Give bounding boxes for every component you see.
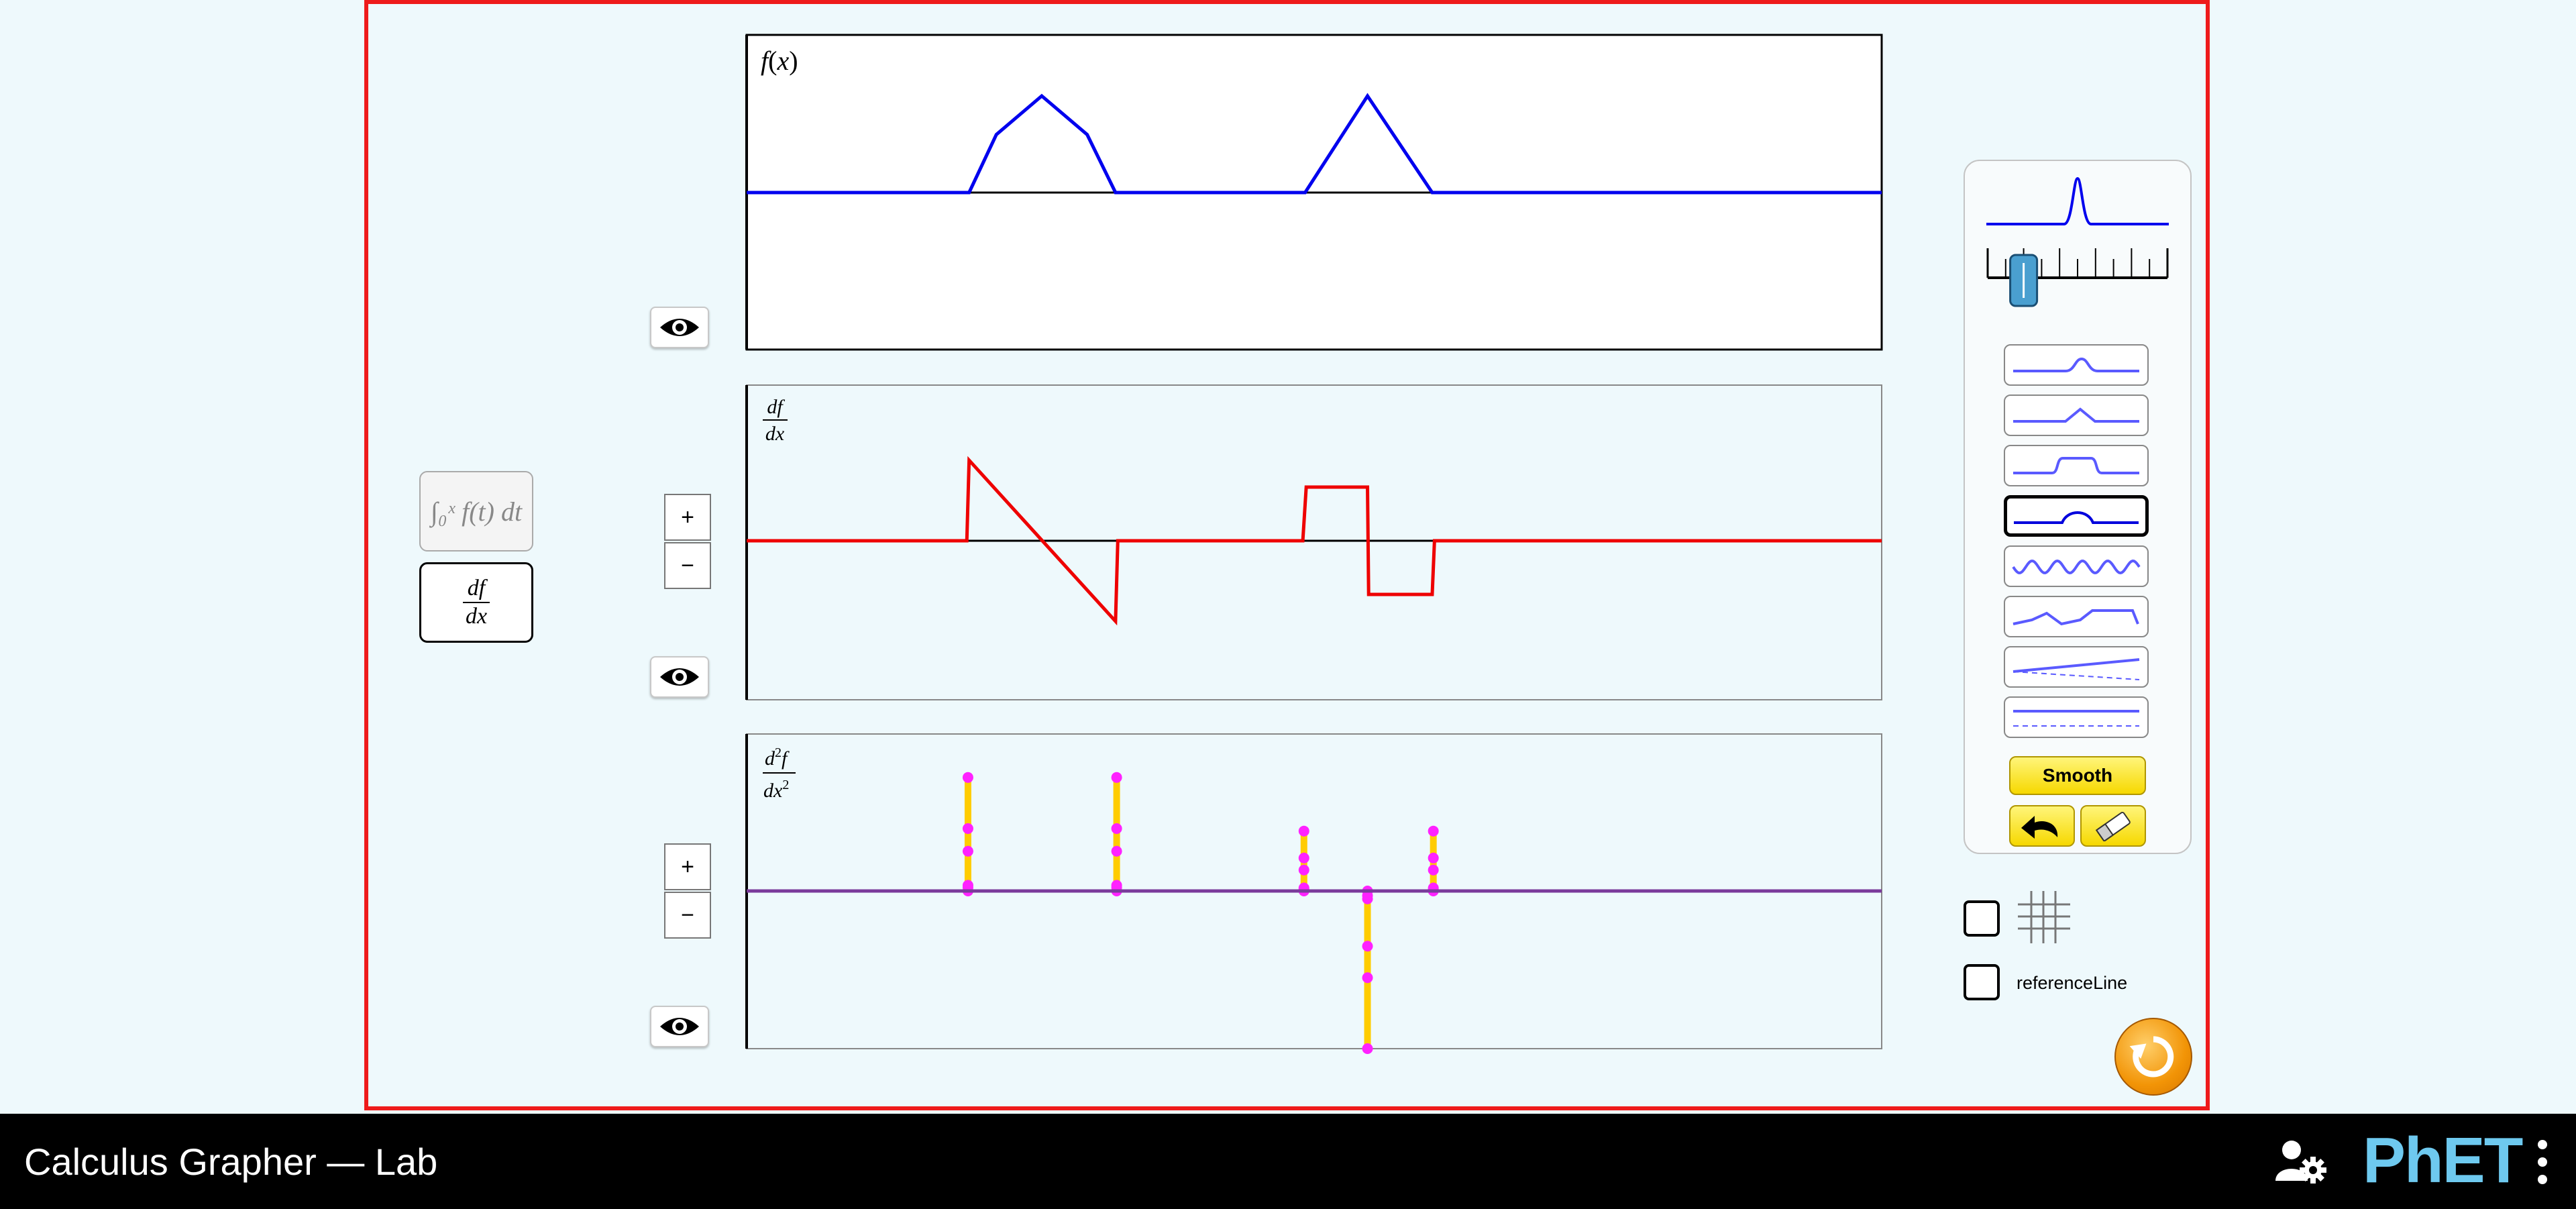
curve-freeform-button[interactable] — [2004, 596, 2149, 637]
d2f-spike-point — [1298, 852, 1309, 863]
d2f-spike-point — [962, 880, 973, 891]
d2f-spike-point — [1362, 1043, 1373, 1054]
preferences-icon[interactable] — [2274, 1138, 2329, 1186]
derivative-label-den: dx — [465, 604, 488, 629]
derivative-label: df dx — [463, 576, 490, 628]
undo-arrow-icon — [2021, 816, 2058, 839]
smooth-bump-icon — [2013, 357, 2139, 372]
d2f-spike-point — [1362, 972, 1373, 984]
reset-all-button[interactable] — [2114, 1018, 2192, 1096]
freeform-icon — [2012, 609, 2139, 626]
curve-sinusoid-button[interactable] — [2004, 545, 2149, 587]
integral-label: ∫₀ˣ f(t) dt — [430, 496, 523, 527]
f-visibility-toggle[interactable] — [650, 307, 709, 348]
curve-plateau-button[interactable] — [2004, 445, 2149, 486]
undo-button[interactable] — [2009, 805, 2075, 847]
df-graph-label-num: df — [767, 396, 785, 418]
d2f-spike-point — [1362, 941, 1373, 952]
shift-icon — [2013, 710, 2139, 727]
parabola-icon — [2014, 511, 2139, 524]
sim-title: Calculus Grapher — Lab — [24, 1140, 438, 1183]
d2f-spike-point — [1111, 772, 1122, 783]
f-graph-label: f(x) — [761, 46, 798, 76]
df-graph: df dx — [745, 384, 1882, 700]
d2f-spike-point — [962, 823, 973, 834]
d2f-visibility-toggle[interactable] — [650, 1006, 709, 1047]
curve-smooth-bump-button[interactable] — [2004, 344, 2149, 386]
d2f-spike-point — [1362, 893, 1373, 904]
curve-tools-panel: Smooth — [1964, 160, 2192, 854]
eye-icon — [660, 1018, 699, 1035]
f-graph[interactable]: f(x) — [745, 34, 1883, 351]
d2f-spike-point — [1111, 845, 1122, 857]
curve-tilt-button[interactable] — [2004, 646, 2149, 688]
grid-checkbox[interactable] — [1964, 900, 2000, 937]
df-visibility-toggle[interactable] — [650, 656, 709, 698]
d2f-spike-point — [1111, 880, 1122, 891]
reset-icon — [2129, 1036, 2174, 1077]
phet-logo[interactable]: PhET — [2363, 1124, 2523, 1196]
reference-line-label: referenceLine — [2017, 973, 2128, 993]
d2f-spike-point — [1428, 852, 1439, 863]
curve-triangle-button[interactable] — [2004, 395, 2149, 436]
reference-line-checkbox[interactable] — [1964, 964, 2000, 1000]
more-options-icon[interactable] — [2533, 1138, 2552, 1186]
d2f-spike-point — [1298, 864, 1309, 876]
d2f-spike-point — [1298, 825, 1309, 837]
tilt-icon — [2012, 658, 2140, 680]
curve-parabola-button[interactable] — [2004, 495, 2149, 537]
eye-icon — [660, 319, 699, 336]
integral-graph-button[interactable]: ∫₀ˣ f(t) dt — [419, 471, 533, 551]
curve-shift-button[interactable] — [2004, 696, 2149, 738]
eraser-icon — [2095, 812, 2131, 841]
d2f-spike-point — [1111, 823, 1122, 834]
df-zoom-out-button[interactable]: − — [664, 542, 711, 589]
d2f-spike-point — [962, 772, 973, 783]
d2f-zoom-in-button[interactable]: + — [664, 843, 711, 890]
d2f-graph: d2f dx2 — [745, 733, 1882, 1054]
d2f-spike-point — [1428, 825, 1439, 837]
navigation-bar: Calculus Grapher — Lab PhET — [0, 1114, 2576, 1209]
grid-icon — [2018, 891, 2070, 943]
d2f-spike-point — [1428, 864, 1439, 876]
df-zoom-in-button[interactable]: + — [664, 494, 711, 541]
pulse-preview — [1986, 176, 2169, 225]
derivative-graph-button[interactable]: df dx — [419, 562, 533, 643]
df-graph-label-den: dx — [765, 423, 785, 445]
sinusoid-icon — [2012, 559, 2141, 575]
eraser-button[interactable] — [2080, 805, 2146, 847]
smooth-button[interactable]: Smooth — [2009, 756, 2146, 795]
d2f-spike-point — [962, 845, 973, 857]
triangle-icon — [2013, 407, 2139, 423]
d2f-zoom-out-button[interactable]: − — [664, 892, 711, 939]
eye-icon — [660, 668, 699, 686]
width-slider[interactable] — [1985, 240, 2170, 307]
plateau-icon — [2013, 457, 2139, 474]
derivative-label-num: df — [467, 576, 486, 601]
